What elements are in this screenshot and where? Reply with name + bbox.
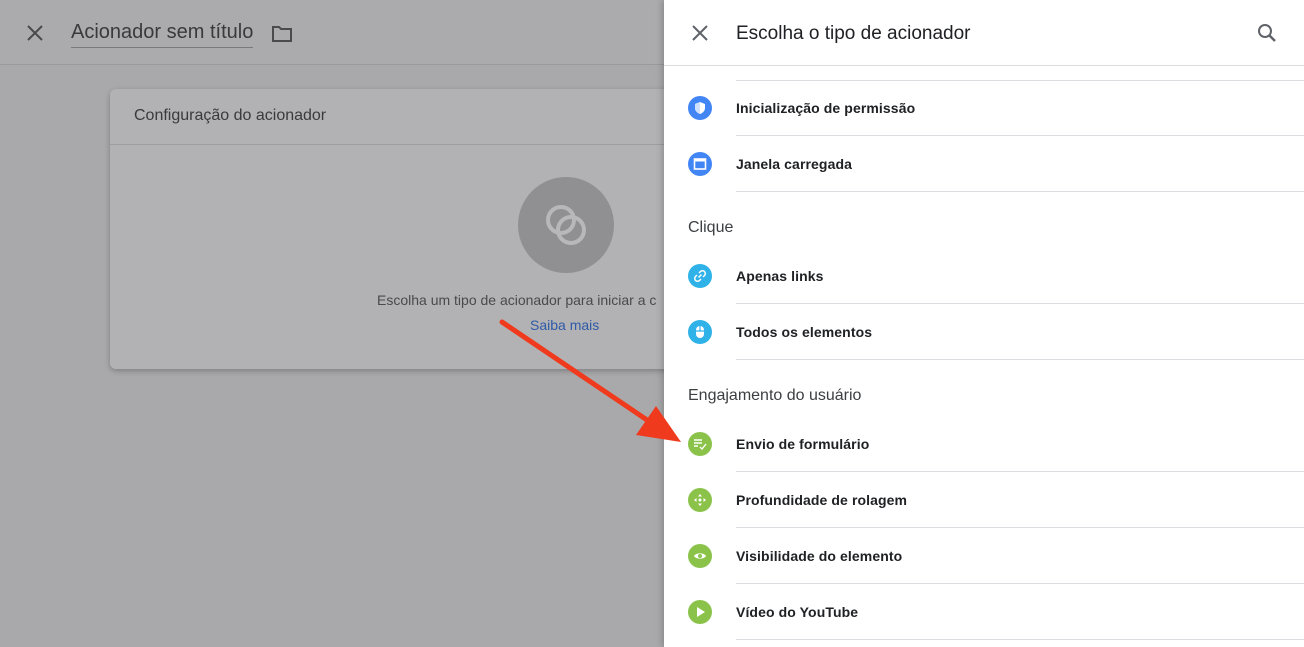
panel-header: Escolha o tipo de acionador — [664, 0, 1304, 66]
trigger-item-all-elements[interactable]: Todos os elementos — [664, 304, 1304, 360]
trigger-config-card[interactable]: Configuração do acionador Escolha um tip… — [110, 89, 710, 369]
folder-icon[interactable] — [271, 25, 293, 43]
card-message: Escolha um tipo de acionador para inicia… — [377, 292, 657, 308]
item-label: Todos os elementos — [736, 324, 873, 340]
learn-more-link[interactable]: Saiba mais — [530, 317, 599, 333]
eye-icon — [688, 544, 712, 568]
play-icon — [688, 600, 712, 624]
item-label: Janela carregada — [736, 156, 853, 172]
trigger-item-form-submission[interactable]: Envio de formulário — [664, 416, 1304, 472]
close-icon[interactable] — [24, 22, 46, 44]
section-title-click: Clique — [688, 219, 734, 236]
trigger-item-just-links[interactable]: Apenas links — [664, 248, 1304, 304]
section-title-engagement: Engajamento do usuário — [688, 387, 862, 404]
close-icon[interactable] — [690, 23, 710, 43]
trigger-item-window-loaded[interactable]: Janela carregada — [664, 136, 1304, 192]
search-icon[interactable] — [1256, 22, 1278, 44]
divider — [736, 191, 1304, 192]
card-title: Configuração do acionador — [110, 89, 710, 145]
trigger-name-input[interactable]: Acionador sem título — [71, 21, 254, 48]
trigger-item-element-visibility[interactable]: Visibilidade do elemento — [664, 528, 1304, 584]
shield-icon — [688, 96, 712, 120]
trigger-item-youtube-video[interactable]: Vídeo do YouTube — [664, 584, 1304, 640]
item-label: Vídeo do YouTube — [736, 604, 859, 620]
item-label: Visibilidade do elemento — [736, 548, 903, 564]
link-icon — [688, 264, 712, 288]
form-submit-icon — [688, 432, 712, 456]
trigger-item-scroll-depth[interactable]: Profundidade de rolagem — [664, 472, 1304, 528]
trigger-item-permission-init[interactable]: Inicialização de permissão — [664, 80, 1304, 136]
window-icon — [688, 152, 712, 176]
trigger-placeholder-icon[interactable] — [518, 177, 614, 273]
item-label: Apenas links — [736, 268, 824, 284]
panel-title: Escolha o tipo de acionador — [736, 23, 971, 44]
background-page: Acionador sem título Configuração do aci… — [0, 0, 710, 647]
item-label: Profundidade de rolagem — [736, 492, 908, 508]
divider — [736, 359, 1304, 360]
item-label: Inicialização de permissão — [736, 100, 916, 116]
divider — [736, 639, 1304, 640]
item-label: Envio de formulário — [736, 436, 870, 452]
background-header: Acionador sem título — [0, 0, 664, 65]
mouse-icon — [688, 320, 712, 344]
scroll-depth-icon — [688, 488, 712, 512]
trigger-type-panel: Escolha o tipo de acionador Inicializaçã… — [664, 0, 1304, 647]
